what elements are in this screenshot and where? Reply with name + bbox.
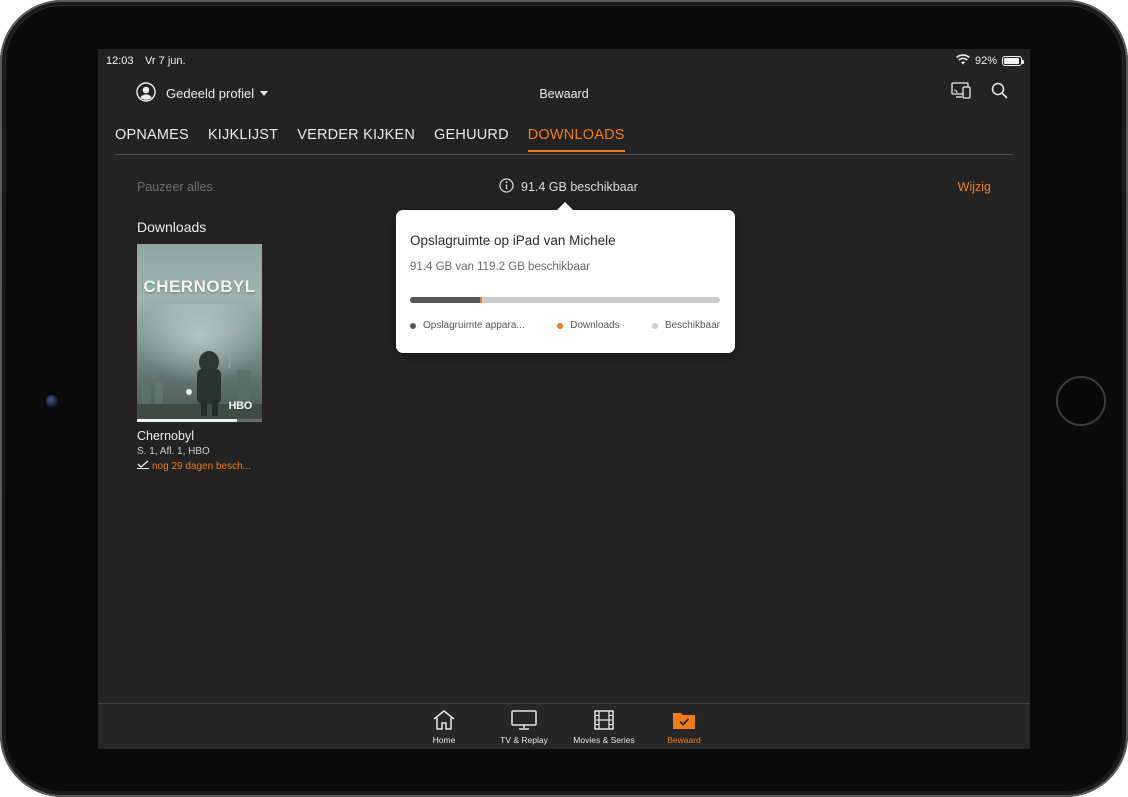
legend-downloads: Downloads — [557, 320, 620, 331]
pause-all-button[interactable]: Pauzeer alles — [137, 180, 213, 194]
saved-folder-icon — [671, 709, 697, 733]
item-episode: S. 1, Afl. 1, HBO — [137, 446, 210, 457]
battery-icon — [1002, 56, 1024, 66]
watch-progress-fill — [137, 419, 237, 422]
battery-percent: 92% — [974, 55, 997, 67]
expiry-text: nog 29 dagen besch... — [152, 460, 251, 472]
bottom-nav: Home TV & Replay Movies & Series Bewaard — [98, 703, 1030, 749]
nav-movies-series[interactable]: Movies & Series — [564, 709, 644, 745]
nav-movies-series-label: Movies & Series — [573, 735, 635, 745]
status-date: Vr 7 jun. — [145, 55, 186, 67]
edit-button[interactable]: Wijzig — [958, 180, 991, 194]
item-expiry: nog 29 dagen besch... — [137, 460, 262, 472]
legend-dot-downloads — [557, 322, 564, 329]
legend-dot-device — [410, 322, 416, 329]
tab-opnames[interactable]: OPNAMES — [115, 127, 189, 152]
legend-label-available: Beschikbaar — [664, 320, 720, 331]
storage-segment-downloads — [479, 297, 483, 303]
poster-title: CHERNOBYL — [143, 277, 256, 296]
nav-home[interactable]: Home — [404, 709, 484, 745]
storage-legend: Opslagruimte appara... Downloads Beschik… — [410, 320, 720, 331]
nav-bewaard-label: Bewaard — [667, 735, 701, 745]
nav-home-label: Home — [432, 735, 456, 745]
legend-device: Opslagruimte appara... — [410, 320, 525, 331]
status-indicators: 92% — [956, 54, 1024, 68]
status-time: 12:03 — [106, 55, 134, 67]
front-camera — [46, 395, 58, 407]
tab-downloads[interactable]: DOWNLOADS — [527, 127, 625, 152]
app-header: Gedeeld profiel Bewaard — [98, 77, 1030, 111]
info-icon — [499, 178, 514, 196]
film-icon — [592, 709, 616, 733]
legend-label-device: Opslagruimte appara... — [423, 320, 525, 331]
poster-scene — [137, 351, 262, 422]
item-title: Chernobyl — [137, 429, 194, 443]
poster-network-logo: HBO — [228, 400, 252, 412]
downloaded-check-icon — [137, 460, 149, 472]
page-title: Bewaard — [539, 87, 589, 101]
watch-progress-bar — [137, 419, 262, 422]
tv-icon — [510, 709, 538, 733]
legend-available: Beschikbaar — [651, 320, 720, 331]
app-screen: 12:03 Vr 7 jun. 92% Gedeeld profiel Bewa… — [98, 49, 1030, 749]
cast-device-icon[interactable] — [951, 81, 973, 104]
home-hardware-button[interactable] — [1056, 376, 1106, 426]
storage-info-button[interactable]: 91.4 GB beschikbaar — [499, 178, 638, 196]
storage-segment-device — [410, 297, 480, 303]
search-icon[interactable] — [991, 82, 1008, 104]
ipad-frame: 12:03 Vr 7 jun. 92% Gedeeld profiel Bewa… — [0, 0, 1128, 797]
nav-tv-replay-label: TV & Replay — [500, 735, 548, 745]
nav-bewaard[interactable]: Bewaard — [644, 709, 724, 745]
tab-kijklijst[interactable]: KIJKLIJST — [208, 127, 278, 152]
nav-tv-replay[interactable]: TV & Replay — [484, 709, 564, 745]
home-icon — [432, 709, 456, 733]
status-bar: 12:03 Vr 7 jun. 92% — [98, 49, 1030, 71]
popover-arrow — [556, 202, 574, 211]
tab-bar: OPNAMES KIJKLIJST VERDER KIJKEN GEHUURD … — [115, 127, 625, 152]
download-item[interactable]: CHERNOBYL HBO Chernobyl S. 1, Afl. 1, HB… — [137, 244, 262, 472]
popover-subtitle: 91.4 GB van 119.2 GB beschikbaar — [410, 261, 591, 273]
header-actions — [951, 81, 1008, 104]
storage-popover: Opslagruimte op iPad van Michele 91.4 GB… — [396, 202, 735, 353]
battery-level — [1004, 58, 1019, 64]
storage-usage-bar — [410, 297, 720, 303]
tab-gehuurd[interactable]: GEHUURD — [434, 127, 509, 152]
tabs-divider — [115, 154, 1013, 155]
section-title: Downloads — [137, 219, 207, 235]
wifi-icon — [956, 54, 970, 68]
popover-title: Opslagruimte op iPad van Michele — [410, 233, 616, 248]
poster-image[interactable]: CHERNOBYL HBO — [137, 244, 262, 422]
legend-label-downloads: Downloads — [570, 320, 620, 331]
tab-verder-kijken[interactable]: VERDER KIJKEN — [297, 127, 415, 152]
available-storage: 91.4 GB beschikbaar — [521, 180, 638, 194]
legend-dot-available — [651, 322, 658, 329]
